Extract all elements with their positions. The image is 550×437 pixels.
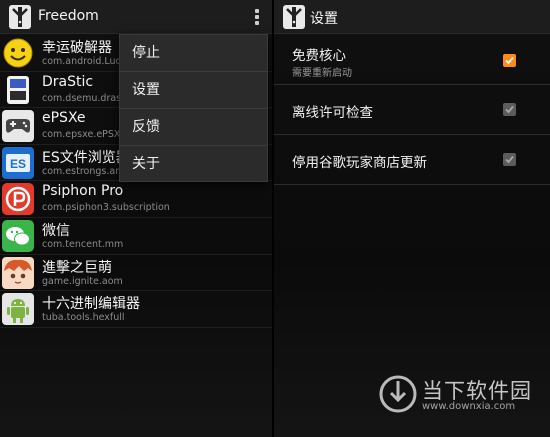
overflow-popup-menu: 停止 设置 反馈 关于	[119, 34, 268, 182]
action-bar: 设置	[274, 0, 550, 34]
setting-offline-license-check[interactable]: 离线许可检查	[274, 85, 550, 135]
watermark-url: www.downxia.com	[422, 401, 516, 412]
psiphon-icon	[2, 183, 34, 216]
android-robot-icon	[2, 293, 34, 326]
freedom-logo-icon[interactable]	[283, 5, 305, 29]
menu-item-settings[interactable]: 设置	[120, 72, 267, 109]
app-title: Freedom	[38, 8, 99, 24]
menu-item-feedback[interactable]: 反馈	[120, 109, 267, 146]
app-name: 幸运破解器	[42, 40, 112, 56]
app-package: com.epsxe.ePSXe	[42, 129, 126, 141]
downxia-logo-icon	[378, 373, 418, 415]
app-package: com.psiphon3.subscription	[42, 202, 170, 214]
app-list-item[interactable]: 十六进制编辑器 tuba.tools.hexfull	[0, 291, 272, 328]
overflow-menu-icon[interactable]	[252, 8, 262, 26]
app-package: com.estrongs.andr	[42, 165, 132, 177]
action-bar: Freedom	[0, 0, 272, 34]
smiley-icon	[2, 37, 34, 69]
menu-item-about[interactable]: 关于	[120, 146, 267, 183]
svg-text:ES: ES	[10, 157, 26, 171]
wechat-icon	[2, 219, 34, 252]
handheld-console-icon	[2, 74, 34, 106]
offline-license-checkbox[interactable]	[503, 103, 516, 116]
free-core-checkbox[interactable]	[503, 54, 516, 67]
settings-screen: 设置 免费核心 需要重新启动 离线许可检查 停用谷歌玩家商店更新	[274, 0, 550, 437]
setting-free-core[interactable]: 免费核心 需要重新启动	[274, 35, 550, 85]
freedom-logo-icon	[9, 5, 31, 29]
gamepad-icon	[2, 110, 34, 143]
app-name: Psiphon Pro	[42, 183, 124, 200]
app-name: 進擊之巨萌	[42, 259, 112, 276]
es-explorer-icon: ES	[2, 146, 34, 179]
setting-title: 离线许可检查	[292, 105, 373, 121]
app-list-item[interactable]: Psiphon Pro com.psiphon3.subscription	[0, 181, 272, 218]
setting-disable-play-store-updates[interactable]: 停用谷歌玩家商店更新	[274, 135, 550, 185]
setting-title: 免费核心	[292, 48, 346, 64]
app-package: tuba.tools.hexfull	[42, 312, 125, 324]
app-list-item[interactable]: 進擊之巨萌 game.ignite.aom	[0, 255, 272, 292]
app-package: com.tencent.mm	[42, 238, 124, 250]
settings-title: 设置	[310, 11, 338, 27]
setting-subtitle: 需要重新启动	[292, 68, 352, 79]
setting-title: 停用谷歌玩家商店更新	[292, 155, 427, 171]
app-name: 微信	[42, 222, 70, 239]
disable-play-store-updates-checkbox[interactable]	[503, 153, 516, 166]
app-name: ES文件浏览器	[42, 149, 130, 166]
app-list-item[interactable]: 微信 com.tencent.mm	[0, 218, 272, 255]
app-name: ePSXe	[42, 110, 86, 127]
app-name: DraStic	[42, 73, 94, 90]
app-package: game.ignite.aom	[42, 275, 123, 287]
anime-character-icon	[2, 256, 34, 289]
app-list-screen: Freedom 幸运破解器 com.android.Lucky DraStic …	[0, 0, 272, 437]
app-name: 十六进制编辑器	[42, 296, 140, 313]
menu-item-stop[interactable]: 停止	[120, 35, 267, 72]
